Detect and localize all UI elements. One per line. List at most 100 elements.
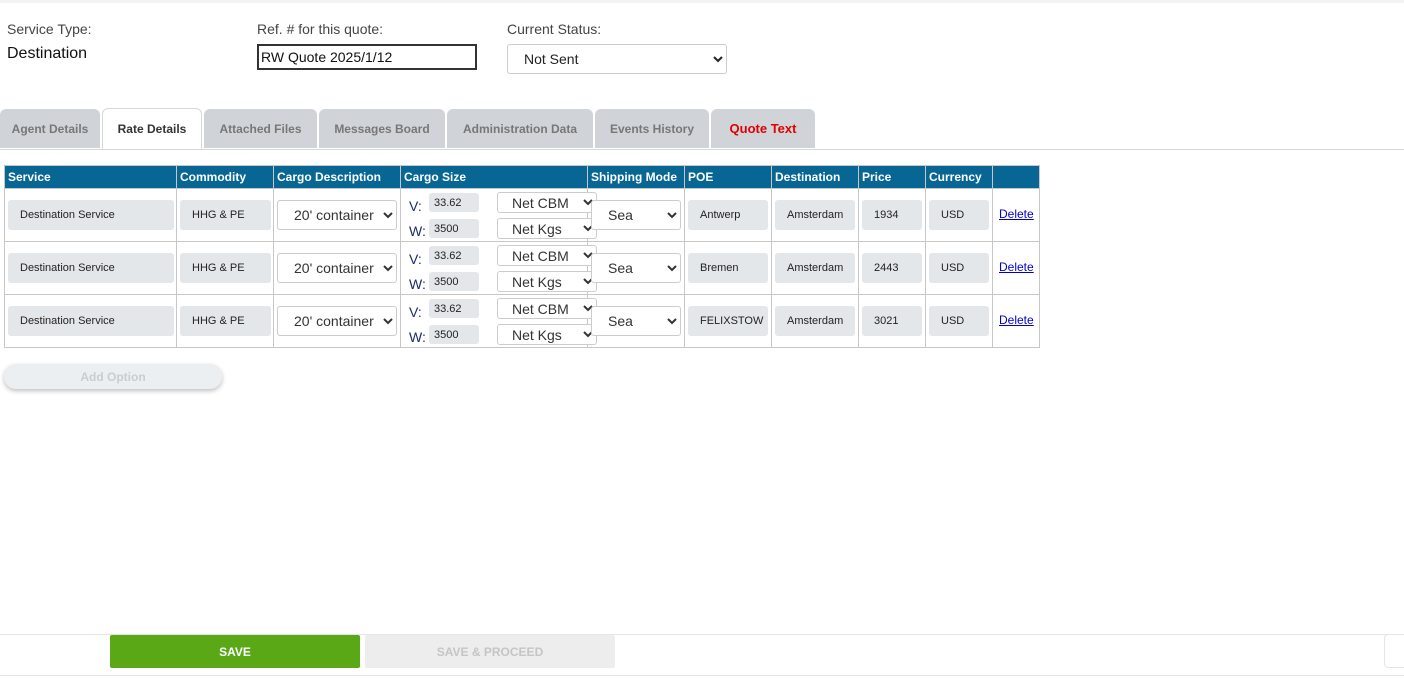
shipping-mode-cell: Sea (587, 294, 685, 348)
poe-field[interactable]: Bremen (688, 253, 768, 283)
cargo-description-select[interactable]: 20' container (277, 200, 397, 230)
price-cell: 1934 (858, 188, 926, 242)
currency-field[interactable]: USD (929, 200, 989, 230)
col-service: Service (4, 165, 177, 189)
tab-messages-board[interactable]: Messages Board (319, 109, 445, 148)
col-cargo-size: Cargo Size (400, 165, 588, 189)
volume-unit-select[interactable]: Net CBM (497, 245, 597, 266)
price-field[interactable]: 3021 (862, 306, 922, 336)
destination-cell: Amsterdam (771, 241, 859, 295)
currency-field[interactable]: USD (929, 306, 989, 336)
service-cell: Destination Service (4, 241, 177, 295)
table-row: Destination Service HHG & PE 20' contain… (4, 294, 1040, 348)
cargo-size-cell: V: 33.62 Net CBM W: 3500 Net Kgs (400, 188, 597, 242)
weight-field[interactable]: 3500 (429, 325, 479, 344)
volume-field[interactable]: 33.62 (429, 193, 479, 212)
volume-unit-select[interactable]: Net CBM (497, 192, 597, 213)
shipping-mode-cell: Sea (587, 188, 685, 242)
tab-events-history[interactable]: Events History (595, 109, 709, 148)
currency-cell: USD (925, 241, 993, 295)
currency-cell: USD (925, 294, 993, 348)
service-type-label: Service Type: (7, 21, 92, 37)
weight-field[interactable]: 3500 (429, 272, 479, 291)
top-border (0, 0, 1404, 3)
delete-link[interactable]: Delete (999, 313, 1034, 327)
col-price: Price (858, 165, 926, 189)
tab-attached-files[interactable]: Attached Files (204, 109, 317, 148)
tab-rate-details[interactable]: Rate Details (102, 108, 202, 149)
cargo-description-cell: 20' container (273, 188, 401, 242)
service-type-value: Destination (7, 45, 88, 62)
poe-cell: FELIXSTOW (684, 294, 772, 348)
delete-link[interactable]: Delete (999, 207, 1034, 221)
col-destination: Destination (771, 165, 859, 189)
cargo-size-cell: V: 33.62 Net CBM W: 3500 Net Kgs (400, 241, 597, 295)
price-cell: 3021 (858, 294, 926, 348)
ref-label: Ref. # for this quote: (257, 21, 384, 37)
price-field[interactable]: 1934 (862, 200, 922, 230)
rates-table: Service Commodity Cargo Description Carg… (4, 165, 1040, 348)
service-cell: Destination Service (4, 188, 177, 242)
service-cell: Destination Service (4, 294, 177, 348)
footer-edge-box (1384, 634, 1404, 668)
destination-cell: Amsterdam (771, 188, 859, 242)
actions-cell: Delete (992, 294, 1040, 348)
volume-unit-select[interactable]: Net CBM (497, 298, 597, 319)
actions-cell: Delete (992, 241, 1040, 295)
col-poe: POE (684, 165, 772, 189)
shipping-mode-select[interactable]: Sea (591, 306, 681, 336)
poe-cell: Antwerp (684, 188, 772, 242)
shipping-mode-select[interactable]: Sea (591, 200, 681, 230)
weight-label: W: (409, 329, 426, 345)
destination-field[interactable]: Amsterdam (775, 253, 855, 283)
poe-field[interactable]: Antwerp (688, 200, 768, 230)
weight-unit-select[interactable]: Net Kgs (497, 324, 597, 345)
destination-cell: Amsterdam (771, 294, 859, 348)
ref-input[interactable] (257, 44, 477, 70)
cargo-description-cell: 20' container (273, 294, 401, 348)
table-row: Destination Service HHG & PE 20' contain… (4, 188, 1040, 242)
save-proceed-button[interactable]: SAVE & PROCEED (365, 635, 615, 668)
table-header-row: Service Commodity Cargo Description Carg… (4, 165, 1040, 189)
volume-field[interactable]: 33.62 (429, 299, 479, 318)
currency-field[interactable]: USD (929, 253, 989, 283)
tab-quote-text[interactable]: Quote Text (711, 109, 815, 148)
col-commodity: Commodity (176, 165, 274, 189)
tab-agent-details[interactable]: Agent Details (0, 109, 100, 148)
delete-link[interactable]: Delete (999, 260, 1034, 274)
save-button[interactable]: SAVE (110, 635, 360, 668)
shipping-mode-select[interactable]: Sea (591, 253, 681, 283)
weight-field[interactable]: 3500 (429, 219, 479, 238)
destination-field[interactable]: Amsterdam (775, 200, 855, 230)
cargo-description-select[interactable]: 20' container (277, 253, 397, 283)
cargo-description-select[interactable]: 20' container (277, 306, 397, 336)
volume-label: V: (409, 304, 422, 320)
add-option-button[interactable]: Add Option (4, 364, 222, 389)
weight-unit-select[interactable]: Net Kgs (497, 271, 597, 292)
currency-cell: USD (925, 188, 993, 242)
tab-administration-data[interactable]: Administration Data (447, 109, 593, 148)
price-field[interactable]: 2443 (862, 253, 922, 283)
poe-cell: Bremen (684, 241, 772, 295)
service-field[interactable]: Destination Service (8, 200, 174, 230)
shipping-mode-cell: Sea (587, 241, 685, 295)
service-field[interactable]: Destination Service (8, 306, 174, 336)
commodity-cell: HHG & PE (176, 241, 274, 295)
col-shipping-mode: Shipping Mode (587, 165, 685, 189)
status-select[interactable]: Not Sent (507, 44, 727, 74)
commodity-field[interactable]: HHG & PE (180, 253, 271, 283)
poe-field[interactable]: FELIXSTOW (688, 306, 768, 336)
table-row: Destination Service HHG & PE 20' contain… (4, 241, 1040, 295)
service-field[interactable]: Destination Service (8, 253, 174, 283)
volume-field[interactable]: 33.62 (429, 246, 479, 265)
cargo-size-cell: V: 33.62 Net CBM W: 3500 Net Kgs (400, 294, 597, 348)
commodity-field[interactable]: HHG & PE (180, 200, 271, 230)
weight-label: W: (409, 223, 426, 239)
cargo-description-cell: 20' container (273, 241, 401, 295)
commodity-field[interactable]: HHG & PE (180, 306, 271, 336)
volume-label: V: (409, 198, 422, 214)
tab-bar: Agent Details Rate Details Attached File… (0, 108, 1404, 150)
weight-unit-select[interactable]: Net Kgs (497, 218, 597, 239)
destination-field[interactable]: Amsterdam (775, 306, 855, 336)
weight-label: W: (409, 276, 426, 292)
